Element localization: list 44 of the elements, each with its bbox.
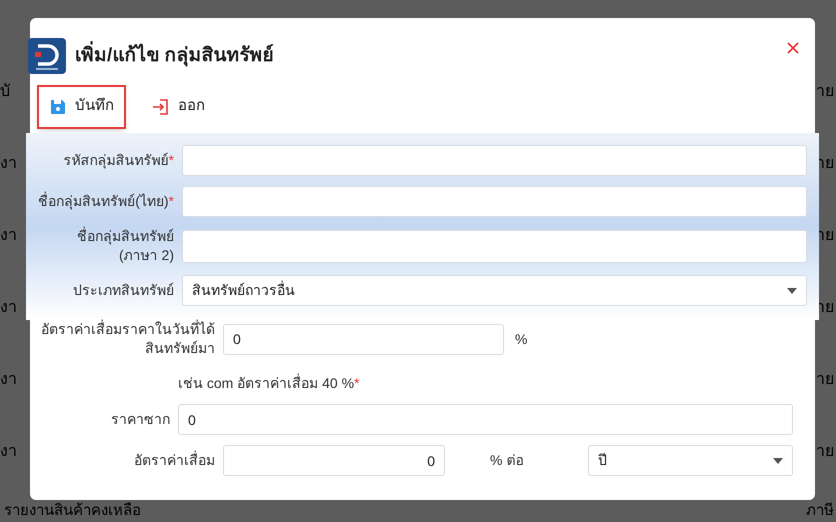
caret-icon [773,458,783,464]
exit-button[interactable]: ออก [140,84,217,128]
required-mark: * [354,374,360,393]
background-text: าย [816,298,834,318]
background-text: ภาษี [806,502,834,519]
dropdown-field[interactable]: สินทรัพย์ถาวรอื่น [182,275,807,306]
field-label: ประเภทสินทรัพย์ [73,281,174,300]
input-field[interactable] [182,145,807,176]
required-mark: * [168,151,174,170]
background-text: าย [816,226,834,246]
field-label: ราคาซาก [111,410,170,429]
background-text: รายงานสินค้าคงเหลือ [4,502,141,519]
hint-text: เช่น com อัตราค่าเสื่อม 40 % [178,373,354,393]
dropdown-field[interactable]: ปี [588,445,793,476]
unit-label: % [515,330,528,348]
background-text: าย [816,154,834,174]
field-label: อัตราค่าเสื่อมราคาในวันที่ได้ [41,320,215,339]
input-field[interactable]: 0 [223,324,504,354]
input-field[interactable] [182,230,807,262]
background-text: งา [0,370,17,390]
background-text: าย [816,442,834,462]
background-text: บั [0,82,11,102]
background-text: งา [0,226,17,246]
unit-label: % ต่อ [490,451,524,470]
background-text: งา [0,442,17,462]
required-mark: * [168,192,174,211]
field-label: รหัสกลุ่มสินทรัพย์ [64,151,169,170]
input-field[interactable]: 0 [178,404,793,435]
input-field[interactable] [182,186,807,217]
close-button[interactable] [785,40,801,56]
save-button[interactable]: บันทึก [37,84,126,128]
background-text: งา [0,298,17,318]
caret-icon [787,288,797,294]
field-label: (ภาษา 2) [119,246,174,265]
background-text: าย [816,370,834,390]
background-text: าย [816,82,834,102]
field-label: ชื่อกลุ่มสินทรัพย์ [77,227,174,246]
dialog-title: เพิ่ม/แก้ไข กลุ่มสินทรัพย์ [75,42,274,70]
field-label: ชื่อกลุ่มสินทรัพย์(ไทย) [38,192,169,211]
background-text: งา [0,154,17,174]
exit-icon [152,98,170,116]
input-field[interactable]: 0 [223,445,445,476]
field-label: อัตราค่าเสื่อม [134,451,215,470]
field-label: สินทรัพย์มา [145,339,215,358]
